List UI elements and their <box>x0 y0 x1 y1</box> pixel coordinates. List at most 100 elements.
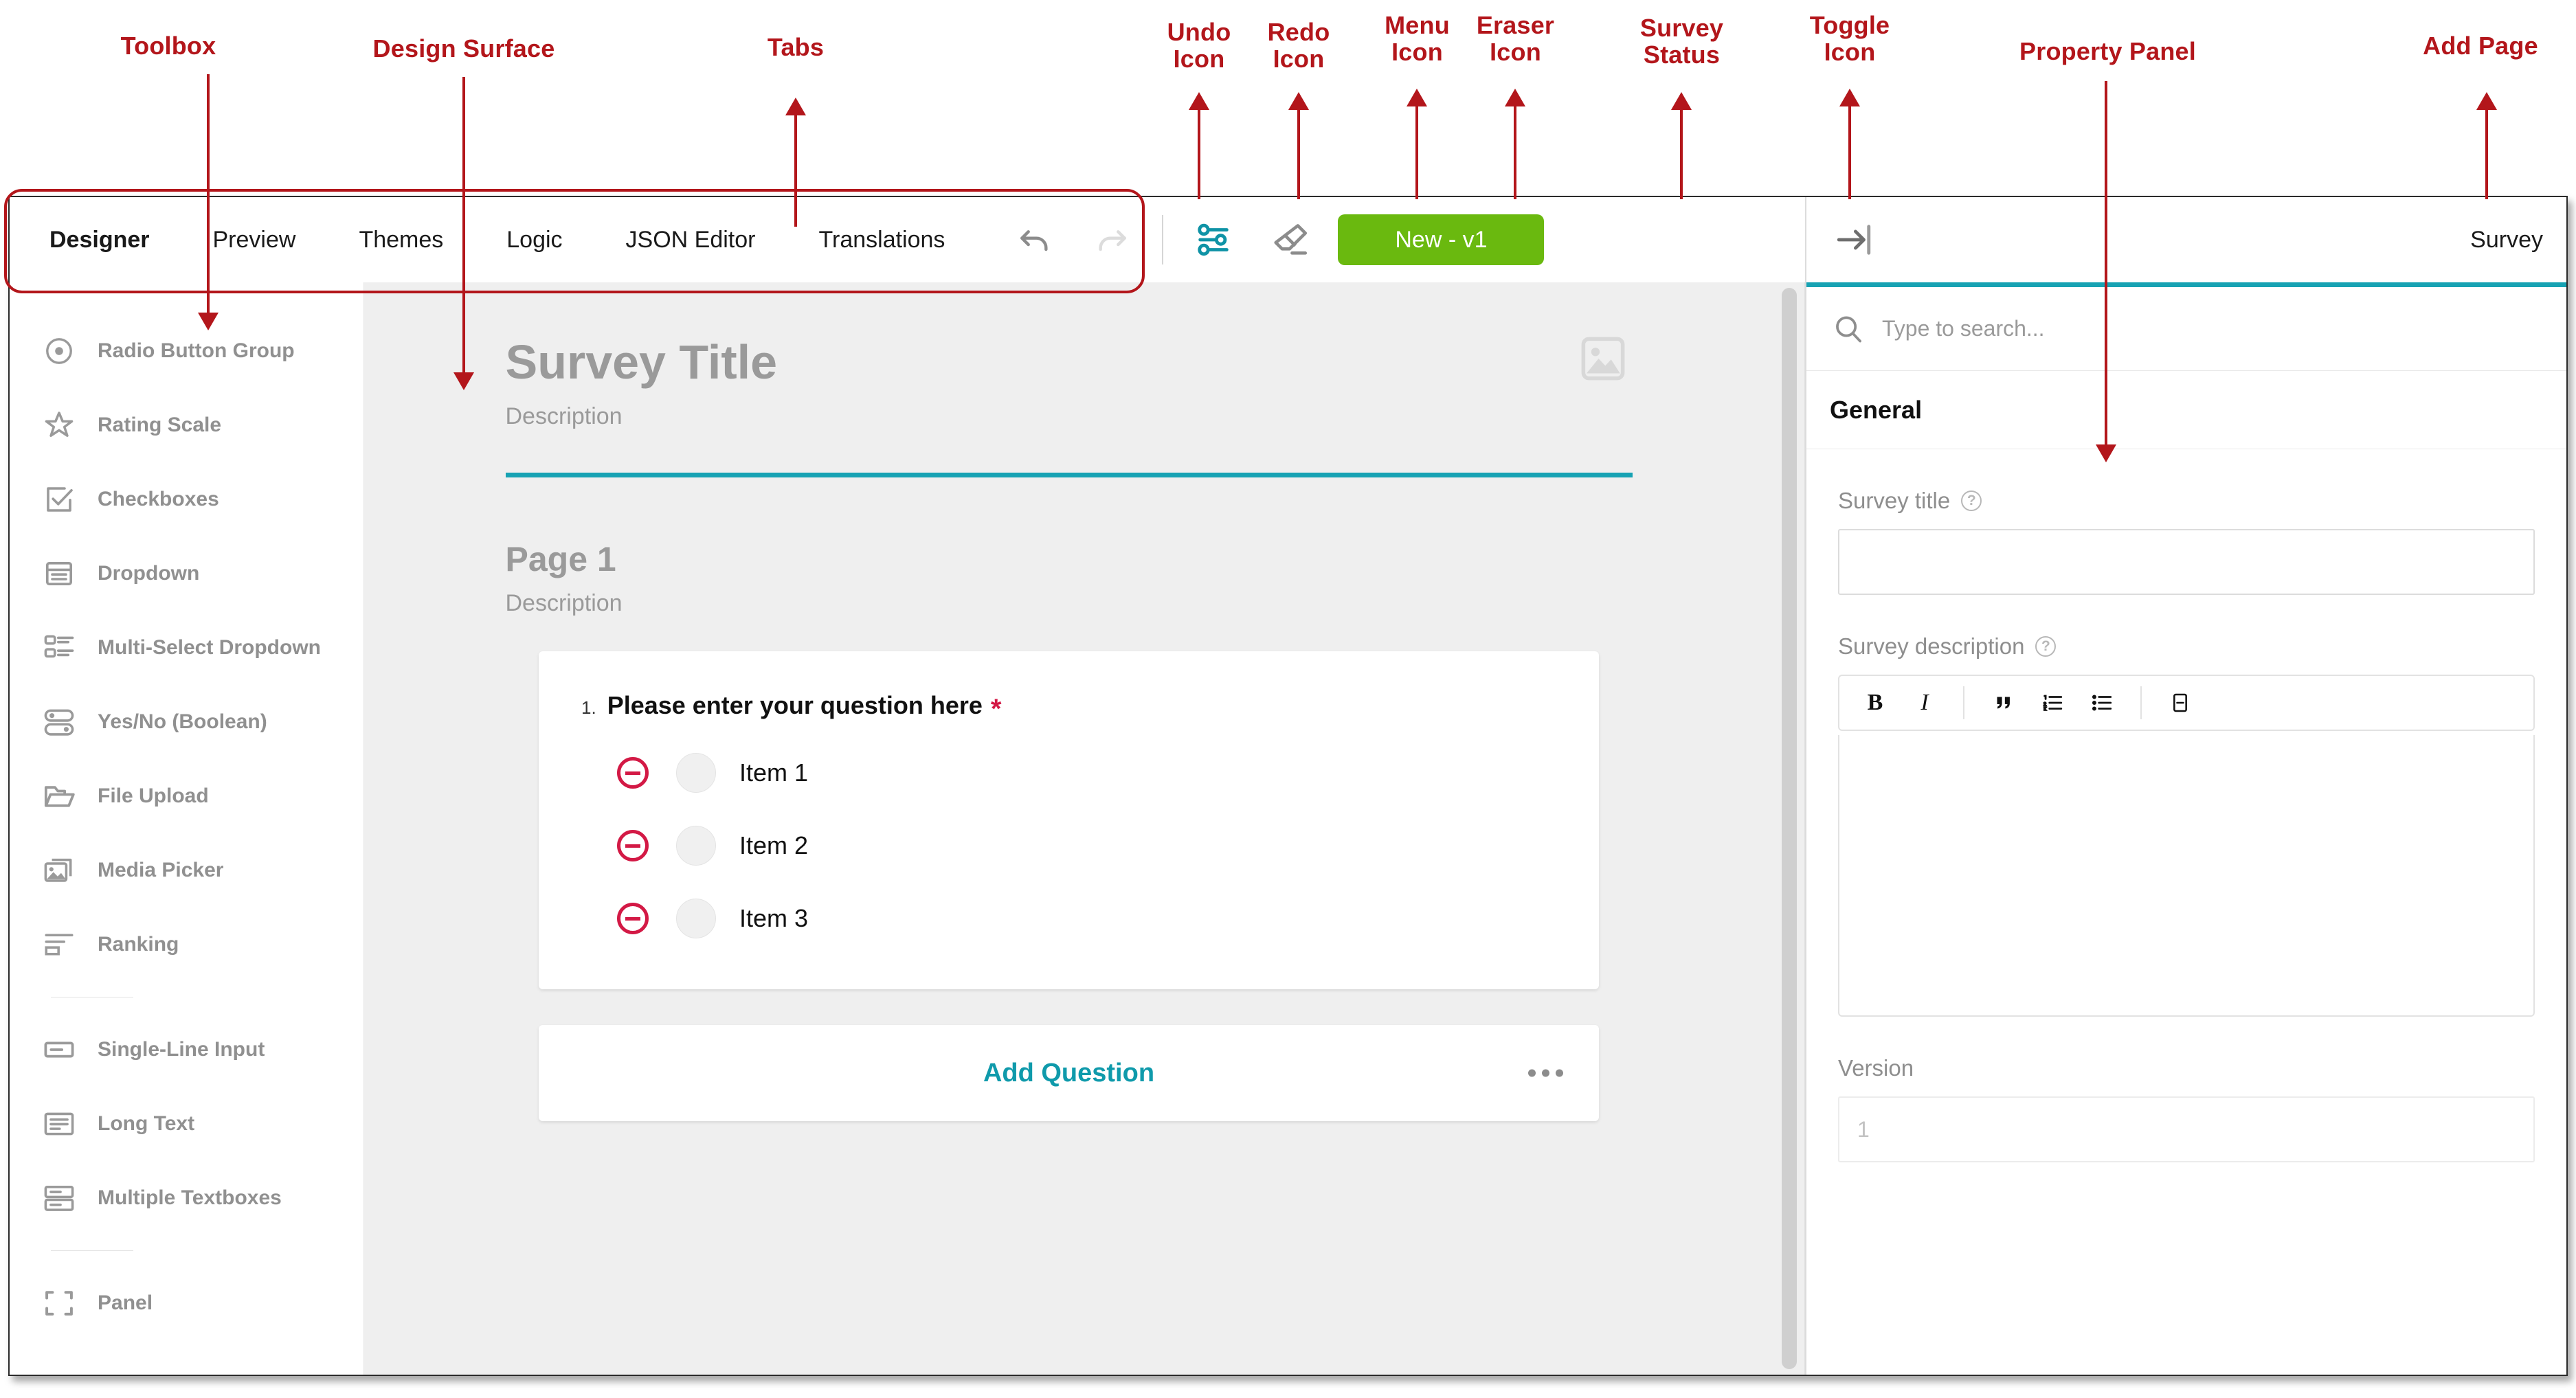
toolbox-item-label: Radio Button Group <box>98 339 295 362</box>
choice-label[interactable]: Item 2 <box>739 831 808 860</box>
annotation-line-property-panel <box>2105 81 2107 447</box>
unordered-list-icon[interactable] <box>2087 688 2117 718</box>
question-title[interactable]: Please enter your question here <box>607 691 983 720</box>
toolbox-item-yes-no-boolean[interactable]: Yes/No (Boolean) <box>10 685 363 759</box>
question-card[interactable]: 1. Please enter your question here * Ite… <box>539 651 1599 989</box>
blockquote-icon[interactable] <box>1988 688 2018 718</box>
toolbox-item-media-picker[interactable]: Media Picker <box>10 833 363 907</box>
toolbox-item-rating-scale[interactable]: Rating Scale <box>10 388 363 462</box>
toolbox-item-multiple-textboxes[interactable]: Multiple Textboxes <box>10 1161 363 1235</box>
collapse-arrow-icon <box>1834 220 1874 260</box>
image-stack-icon <box>41 853 77 888</box>
annotation-arrow-undo-icon <box>1189 92 1209 110</box>
survey-description[interactable]: Description <box>506 403 1633 430</box>
toolbox-item-radio-button-group[interactable]: Radio Button Group <box>10 314 363 388</box>
italic-icon[interactable]: I <box>1909 688 1940 718</box>
multi-textbox-icon <box>41 1180 77 1216</box>
page-title[interactable]: Page 1 <box>506 539 1633 579</box>
toolbox-item-label: Yes/No (Boolean) <box>98 710 267 733</box>
divider-icon[interactable] <box>2165 688 2195 718</box>
eraser-button[interactable] <box>1261 210 1320 269</box>
toolbox-item-checkboxes[interactable]: Checkboxes <box>10 462 363 537</box>
choice-label[interactable]: Item 1 <box>739 758 808 787</box>
panel-icon <box>41 1285 77 1321</box>
annotation-line-redo-icon <box>1297 110 1300 199</box>
toolbox-item-ranking[interactable]: Ranking <box>10 907 363 982</box>
minus-circle-icon[interactable] <box>617 757 649 789</box>
checkbox-icon <box>41 482 77 517</box>
bold-icon[interactable]: B <box>1860 688 1890 718</box>
toolbox-item-long-text[interactable]: Long Text <box>10 1087 363 1161</box>
choice-row[interactable]: Item 1 <box>539 753 1599 793</box>
minus-circle-icon[interactable] <box>617 903 649 934</box>
add-question-button[interactable]: Add Question <box>983 1059 1154 1088</box>
surface-scrollbar[interactable] <box>1773 282 1805 1375</box>
page-description[interactable]: Description <box>506 590 1633 617</box>
annotation-label-add-page: Add Page <box>2423 32 2538 60</box>
toolbox-item-panel[interactable]: Panel <box>10 1266 363 1340</box>
toolbox-item-label: Multi-Select Dropdown <box>98 636 321 659</box>
choice-row[interactable]: Item 2 <box>539 826 1599 866</box>
textarea-icon <box>41 1106 77 1142</box>
annotation-box-tabs <box>4 189 1145 293</box>
help-icon[interactable]: ? <box>2035 636 2057 657</box>
ordered-list-icon[interactable] <box>2037 688 2068 718</box>
search-input[interactable] <box>1882 316 2398 341</box>
multiselect-icon <box>41 630 77 666</box>
help-icon[interactable]: ? <box>1961 491 1982 511</box>
survey-header: Survey Title Description <box>505 313 1633 477</box>
choice-row[interactable]: Item 3 <box>539 899 1599 938</box>
annotation-label-survey-status: Survey Status <box>1639 14 1724 69</box>
survey-header-underline <box>505 473 1633 477</box>
survey-status-button[interactable]: New - v1 <box>1338 214 1545 265</box>
choice-label[interactable]: Item 3 <box>739 904 808 933</box>
annotation-arrow-survey-status <box>1671 92 1692 110</box>
toolbox-item-label: Long Text <box>98 1112 195 1135</box>
survey-title-label: Survey title ? <box>1838 488 2535 514</box>
radio-option[interactable] <box>676 899 716 938</box>
annotation-line-menu-icon <box>1415 106 1418 199</box>
property-group-header[interactable]: General <box>1806 371 2566 449</box>
toolbox-item-multi-select-dropdown[interactable]: Multi-Select Dropdown <box>10 611 363 685</box>
version-input[interactable]: 1 <box>1838 1096 2535 1162</box>
annotation-arrow-design-surface <box>453 372 474 390</box>
add-question-card[interactable]: Add Question <box>539 1025 1599 1121</box>
radio-option[interactable] <box>676 826 716 866</box>
image-placeholder-icon[interactable] <box>1576 332 1630 385</box>
annotation-arrow-menu-icon <box>1407 89 1427 106</box>
toolbox-item-single-line-input[interactable]: Single-Line Input <box>10 1013 363 1087</box>
annotation-label-redo-icon: Redo Icon <box>1267 18 1330 73</box>
survey-title-input[interactable] <box>1838 529 2535 595</box>
toggle-panel-button[interactable] <box>1824 210 1883 269</box>
radio-button-icon <box>41 333 77 369</box>
question-title-row: 1. Please enter your question here * <box>581 691 1002 724</box>
toolbox-item-label: Ranking <box>98 933 179 956</box>
scrollbar-thumb[interactable] <box>1782 288 1797 1369</box>
design-surface[interactable]: Survey Title Description Page 1 Descript… <box>364 282 1773 1375</box>
radio-option[interactable] <box>676 753 716 793</box>
annotation-arrow-toolbox <box>198 313 219 330</box>
toolbox-item-dropdown[interactable]: Dropdown <box>10 537 363 611</box>
annotation-line-undo-icon <box>1198 110 1200 199</box>
rich-text-toolbar: B I <box>1838 675 2535 731</box>
annotation-arrow-redo-icon <box>1288 92 1309 110</box>
search-icon <box>1830 311 1867 348</box>
minus-circle-icon[interactable] <box>617 830 649 861</box>
survey-title[interactable]: Survey Title <box>506 335 1633 390</box>
annotation-label-eraser-icon: Eraser Icon <box>1476 11 1555 66</box>
menu-settings-button[interactable] <box>1184 210 1243 269</box>
annotation-line-design-surface <box>462 77 465 374</box>
survey-description-label-text: Survey description <box>1838 633 2025 659</box>
settings-sliders-icon <box>1194 220 1233 260</box>
annotation-label-design-surface: Design Surface <box>372 34 555 63</box>
version-label: Version <box>1838 1055 2535 1081</box>
toolbox-item-file-upload[interactable]: File Upload <box>10 759 363 833</box>
property-panel-accent-line <box>1806 282 2566 287</box>
annotation-line-toggle-icon <box>1848 106 1851 199</box>
property-search-row[interactable] <box>1806 287 2566 371</box>
rich-text-divider <box>2140 686 2142 719</box>
ellipsis-icon[interactable] <box>1528 1069 1563 1077</box>
ranking-icon <box>41 927 77 962</box>
survey-description-editor[interactable] <box>1838 735 2535 1017</box>
rich-text-divider <box>1963 686 1964 719</box>
